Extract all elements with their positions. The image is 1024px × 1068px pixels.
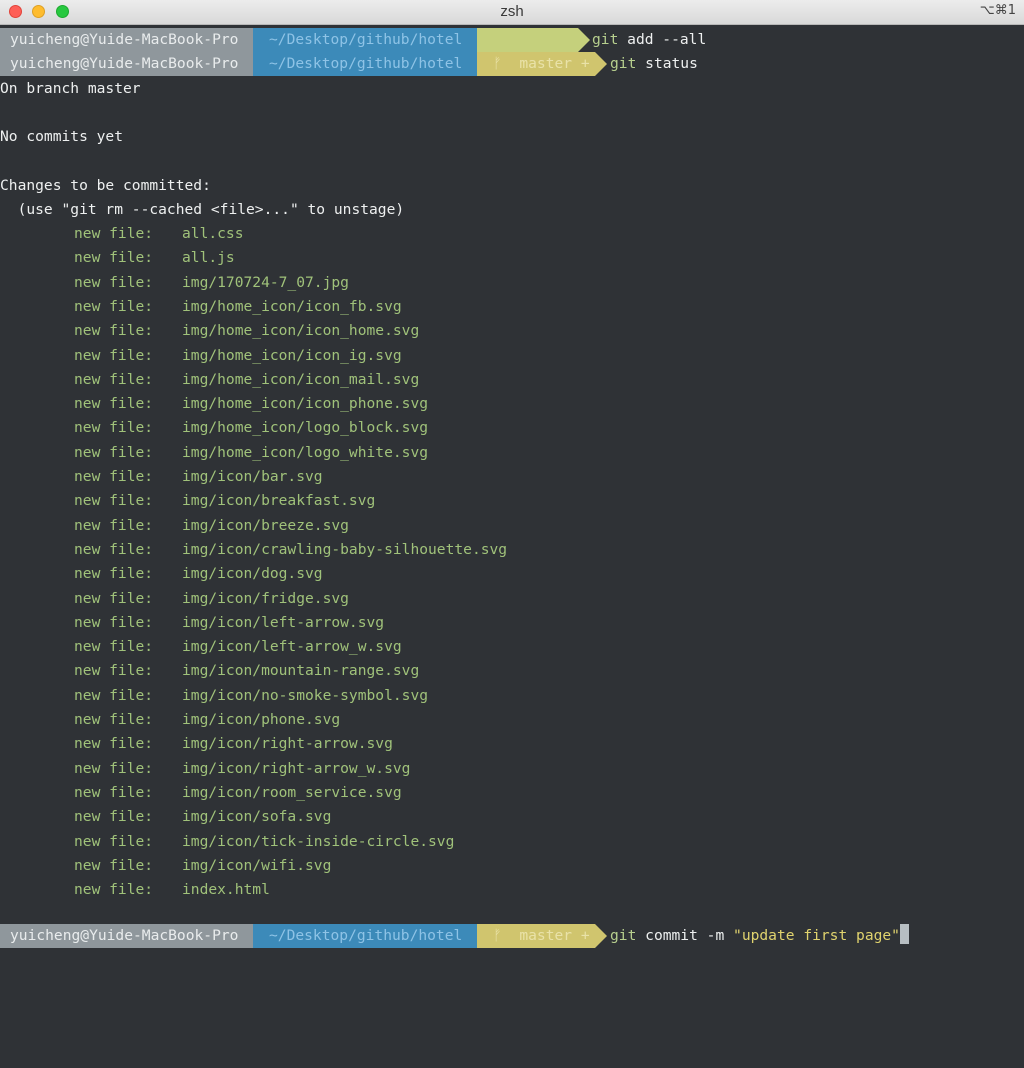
staged-file-path: index.html	[182, 881, 270, 899]
prompt-line: yuicheng@Yuide-MacBook-Pro ~/Desktop/git…	[0, 52, 698, 76]
command-args: add --all	[627, 31, 707, 48]
staged-file-path: img/icon/right-arrow_w.svg	[182, 759, 411, 777]
staged-file-path: all.css	[182, 225, 244, 242]
new-file-label: new file:	[74, 783, 154, 801]
staged-file-path: img/icon/left-arrow_w.svg	[182, 638, 402, 656]
staged-file-path: img/icon/mountain-range.svg	[182, 662, 420, 680]
new-file-label: new file:	[74, 370, 154, 388]
new-file-label: new file:	[74, 662, 154, 680]
new-file-label: new file:	[74, 249, 154, 267]
new-file-label: new file:	[74, 565, 154, 583]
new-file-label: new file:	[74, 613, 154, 631]
new-file-label: new file:	[74, 516, 154, 534]
staged-file-path: img/icon/dog.svg	[182, 565, 323, 583]
output-line: No commits yet	[0, 128, 124, 145]
prompt-path: ~/Desktop/github/hotel	[253, 52, 489, 76]
new-file-label: new file:	[74, 589, 154, 607]
git-dirty-marker: +	[580, 55, 590, 72]
prompt-line: yuicheng@Yuide-MacBook-Pro ~/Desktop/git…	[0, 924, 909, 948]
staged-file-path: all.js	[182, 249, 235, 267]
new-file-label: new file:	[74, 856, 154, 874]
command-text: git status	[610, 52, 698, 76]
new-file-label: new file:	[74, 419, 154, 437]
title-bar: zsh ⌥⌘1	[0, 0, 1024, 25]
command-name: git	[592, 31, 619, 48]
staged-file-path: img/home_icon/icon_ig.svg	[182, 346, 402, 364]
staged-file-path: img/home_icon/icon_phone.svg	[182, 395, 429, 413]
git-dirty-marker: +	[580, 927, 590, 944]
new-file-label: new file:	[74, 297, 154, 315]
staged-file-path: img/icon/sofa.svg	[182, 808, 332, 826]
new-file-label: new file:	[74, 638, 154, 656]
new-file-label: new file:	[74, 273, 154, 291]
staged-file-path: img/icon/bar.svg	[182, 468, 323, 485]
prompt-line: yuicheng@Yuide-MacBook-Pro ~/Desktop/git…	[0, 28, 706, 52]
new-file-label: new file:	[74, 832, 154, 850]
staged-file-path: img/icon/wifi.svg	[182, 856, 332, 874]
new-file-label: new file:	[74, 735, 154, 753]
prompt-path: ~/Desktop/github/hotel	[253, 28, 489, 52]
staged-file-path: img/home_icon/icon_fb.svg	[182, 297, 402, 315]
window-title: zsh	[500, 3, 524, 20]
git-branch-name: master	[519, 927, 573, 944]
prompt-path: ~/Desktop/github/hotel	[253, 924, 489, 948]
prompt-git-segment: ᚠ master +	[477, 924, 607, 948]
prompt-user-host: yuicheng@Yuide-MacBook-Pro	[0, 28, 265, 52]
new-file-label: new file:	[74, 686, 154, 704]
output-line: Changes to be committed:	[0, 177, 211, 194]
new-file-label: new file:	[74, 468, 154, 485]
new-file-label: new file:	[74, 492, 154, 510]
text-cursor	[899, 924, 909, 944]
new-file-label: new file:	[74, 225, 154, 242]
staged-file-path: img/icon/breeze.svg	[182, 516, 349, 534]
git-branch-name: master	[519, 55, 573, 72]
staged-file-path: img/icon/crawling-baby-silhouette.svg	[182, 540, 508, 558]
staged-file-path: img/icon/right-arrow.svg	[182, 735, 393, 753]
staged-file-path: img/home_icon/icon_home.svg	[182, 322, 420, 340]
git-branch-icon: ᚠ	[493, 927, 502, 944]
new-file-label: new file:	[74, 322, 154, 340]
output-line: On branch master	[0, 80, 141, 97]
staged-file-path: img/home_icon/logo_block.svg	[182, 419, 429, 437]
staged-file-path: img/icon/breakfast.svg	[182, 492, 376, 510]
prompt-git-segment: ᚠ master +	[477, 52, 607, 76]
staged-file-path: img/home_icon/logo_white.svg	[182, 443, 429, 461]
staged-file-path: img/icon/room_service.svg	[182, 783, 402, 801]
staged-file-path: img/170724-7_07.jpg	[182, 273, 349, 291]
commit-message: "update first page"	[733, 927, 900, 944]
git-branch-icon: ᚠ	[493, 55, 502, 72]
prompt-user-host: yuicheng@Yuide-MacBook-Pro	[0, 924, 265, 948]
new-file-label: new file:	[74, 395, 154, 413]
output-line: (use "git rm --cached <file>..." to unst…	[0, 201, 405, 218]
prompt-git-segment	[477, 28, 590, 52]
staged-file-path: img/icon/tick-inside-circle.svg	[182, 832, 455, 850]
new-file-label: new file:	[74, 346, 154, 364]
staged-file-path: img/icon/left-arrow.svg	[182, 613, 385, 631]
new-file-label: new file:	[74, 711, 154, 728]
command-args: commit -m	[645, 927, 734, 944]
command-args: status	[645, 55, 698, 72]
new-file-label: new file:	[74, 881, 154, 899]
staged-file-path: img/home_icon/icon_mail.svg	[182, 370, 420, 388]
command-text: git add --all	[592, 28, 706, 52]
prompt-user-host: yuicheng@Yuide-MacBook-Pro	[0, 52, 265, 76]
window-shortcut: ⌥⌘1	[979, 3, 1016, 18]
staged-file-path: img/icon/fridge.svg	[182, 589, 349, 607]
staged-file-path: img/icon/phone.svg	[182, 711, 341, 728]
new-file-label: new file:	[74, 540, 154, 558]
command-name: git	[610, 927, 637, 944]
command-input[interactable]: git commit -m "update first page"	[610, 924, 909, 948]
new-file-label: new file:	[74, 759, 154, 777]
command-name: git	[610, 55, 637, 72]
terminal-window: zsh ⌥⌘1 yuicheng@Yuide-MacBook-Pro ~/Des…	[0, 0, 1024, 948]
new-file-label: new file:	[74, 443, 154, 461]
new-file-label: new file:	[74, 808, 154, 826]
staged-file-path: img/icon/no-smoke-symbol.svg	[182, 686, 429, 704]
